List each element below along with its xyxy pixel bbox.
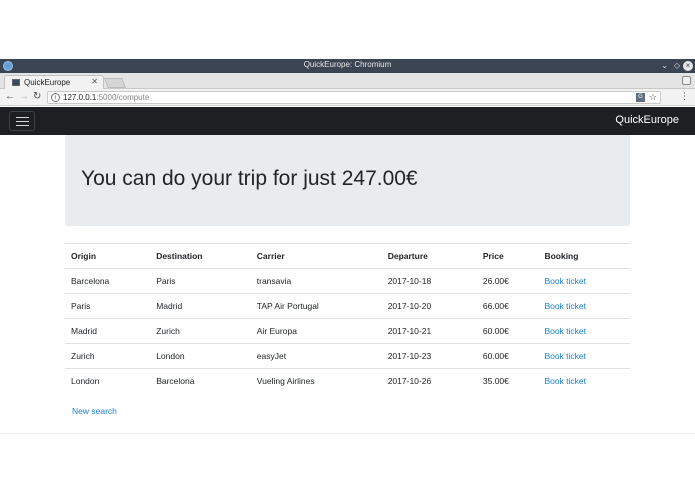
navbar-brand[interactable]: QuickEurope [615, 114, 679, 126]
cell-carrier: Vueling Airlines [256, 376, 315, 387]
table-row: London Barcelona Vueling Airlines 2017-1… [65, 369, 630, 394]
col-origin: Origin [65, 243, 151, 269]
translate-icon[interactable]: G [636, 93, 645, 102]
maximize-icon[interactable]: ◇ [674, 60, 680, 72]
cell-origin: Barcelona [65, 268, 151, 294]
cell-carrier: Air Europa [250, 318, 382, 344]
cell-price: 26.00€ [476, 268, 539, 294]
col-carrier: Carrier [250, 243, 382, 269]
cell-carrier: transavia [250, 268, 382, 294]
window-titlebar: QuickEurope: Chromium ⌄ ◇ × [0, 59, 695, 73]
hamburger-icon-bar [16, 117, 29, 118]
close-window-icon[interactable]: × [683, 61, 693, 71]
table-row: Zurich London easyJet 2017-10-23 60.00€ … [65, 343, 630, 369]
jumbotron: You can do your trip for just 247.00€ [65, 135, 630, 226]
book-ticket-link[interactable]: Book ticket [544, 301, 586, 311]
profile-icon[interactable] [682, 76, 691, 85]
hamburger-icon-bar [16, 121, 29, 122]
address-bar[interactable]: i 127.0.0.1:5000/compute G ☆ [47, 91, 661, 104]
table-row: Paris Madrid TAP Air Portugal 2017-10-20… [65, 293, 630, 319]
cell-booking: Book ticket [538, 268, 630, 294]
footer-divider [0, 433, 695, 434]
cell-destination: London [150, 343, 251, 369]
trip-table: Origin Destination Carrier Departure Pri… [65, 243, 630, 394]
tab-strip: QuickEurope ✕ [0, 73, 695, 89]
minimize-icon[interactable]: ⌄ [661, 60, 668, 72]
col-price: Price [476, 243, 539, 269]
book-ticket-link[interactable]: Book ticket [544, 326, 586, 336]
cell-origin: Paris [65, 293, 151, 319]
col-destination: Destination [150, 243, 251, 269]
cell-origin: London [71, 376, 100, 387]
cell-origin: Zurich [65, 343, 151, 369]
book-ticket-link[interactable]: Book ticket [544, 376, 586, 386]
cell-price: 66.00€ [476, 293, 539, 319]
cell-departure: 2017-10-23 [381, 343, 477, 369]
cell-destination: Zurich [150, 318, 251, 344]
bookmark-star-icon[interactable]: ☆ [649, 92, 657, 103]
browser-window: QuickEurope: Chromium ⌄ ◇ × QuickEurope … [0, 59, 695, 494]
cell-booking: Book ticket [538, 293, 630, 319]
page-content: QuickEurope You can do your trip for jus… [0, 107, 695, 494]
tab-quickeurope[interactable]: QuickEurope ✕ [4, 75, 104, 89]
cell-destination: Paris [150, 268, 251, 294]
new-search-link[interactable]: New search [72, 406, 117, 416]
forward-icon[interactable]: → [19, 91, 29, 103]
cell-destination: Madrid [150, 293, 251, 319]
cell-price: 60.00€ [476, 343, 539, 369]
cell-booking: Book ticket [538, 318, 630, 344]
page-favicon-icon [12, 79, 20, 86]
tab-label: QuickEurope [24, 78, 71, 87]
browser-toolbar: ← → ↻ i 127.0.0.1:5000/compute G ☆ ⋮ [0, 89, 695, 106]
cell-destination: Barcelona [156, 376, 195, 387]
back-icon[interactable]: ← [5, 91, 15, 103]
cell-booking: Book ticket [538, 343, 630, 369]
window-title: QuickEurope: Chromium [303, 60, 392, 69]
hamburger-icon-bar [16, 125, 29, 126]
trip-price-headline: You can do your trip for just 247.00€ [81, 167, 418, 190]
site-info-icon[interactable]: i [51, 93, 60, 102]
book-ticket-link[interactable]: Book ticket [544, 276, 586, 286]
table-row: Barcelona Paris transavia 2017-10-18 26.… [65, 268, 630, 294]
col-booking: Booking [538, 243, 630, 269]
cell-departure: 2017-10-20 [381, 293, 477, 319]
cell-carrier: easyJet [250, 343, 382, 369]
col-departure: Departure [381, 243, 477, 269]
browser-menu-icon[interactable]: ⋮ [680, 91, 689, 102]
cell-price: 60.00€ [476, 318, 539, 344]
url-host: 127.0.0.1 [63, 93, 97, 102]
tab-close-icon[interactable]: ✕ [91, 77, 98, 86]
cell-carrier: TAP Air Portugal [250, 293, 382, 319]
cell-departure: 2017-10-26 [387, 376, 432, 387]
reload-icon[interactable]: ↻ [33, 91, 41, 103]
cell-departure: 2017-10-18 [381, 268, 477, 294]
cell-price: 35.00€ [482, 376, 509, 387]
navbar-toggler-button[interactable] [9, 111, 35, 131]
navbar: QuickEurope [0, 107, 695, 135]
url-path: :5000/compute [96, 93, 150, 102]
url-text[interactable]: 127.0.0.1:5000/compute [63, 93, 149, 102]
table-header-row: Origin Destination Carrier Departure Pri… [65, 243, 630, 269]
book-ticket-link[interactable]: Book ticket [544, 351, 586, 361]
cell-origin: Madrid [65, 318, 151, 344]
new-tab-button[interactable] [104, 78, 126, 88]
cell-booking: Book ticket [538, 369, 630, 394]
cell-departure: 2017-10-21 [381, 318, 477, 344]
table-row: Madrid Zurich Air Europa 2017-10-21 60.0… [65, 318, 630, 344]
